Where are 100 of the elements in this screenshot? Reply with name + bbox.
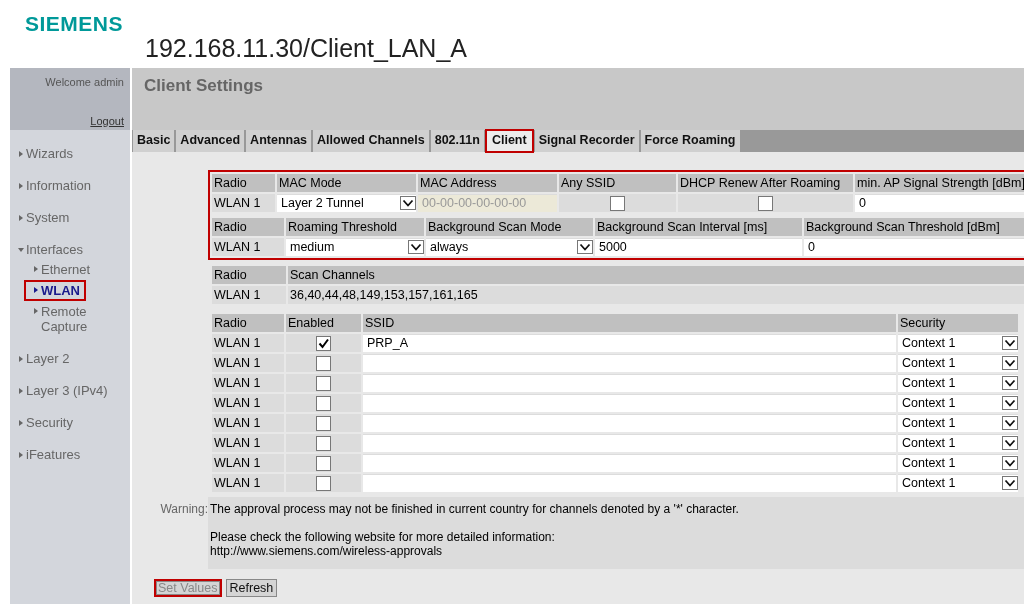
form-button[interactable]: Refresh: [225, 579, 278, 597]
tab[interactable]: Signal Recorder: [534, 130, 639, 152]
checkbox[interactable]: [316, 395, 331, 411]
table-cell-text: WLAN 1: [213, 376, 262, 390]
checkbox[interactable]: [316, 355, 331, 371]
tab[interactable]: Basic: [133, 130, 175, 152]
column-header: DHCP Renew After Roaming: [678, 174, 853, 192]
checkbox[interactable]: [316, 475, 331, 491]
column-header: Background Scan Interval [ms]: [595, 218, 802, 236]
input-field[interactable]: 0: [804, 238, 1024, 256]
input-field[interactable]: 0: [855, 194, 1024, 212]
tab[interactable]: Allowed Channels: [313, 130, 429, 152]
table-cell-text: WLAN 1: [213, 356, 262, 370]
input-field[interactable]: [363, 374, 896, 392]
table-cell-text: WLAN 1: [213, 288, 262, 302]
triangle-icon: [33, 308, 39, 314]
triangle-icon: [18, 214, 24, 221]
select-field[interactable]: medium: [286, 238, 424, 256]
select-field[interactable]: Context 1: [898, 434, 1018, 452]
select-field[interactable]: Context 1: [898, 414, 1018, 432]
table-cell-text: WLAN 1: [213, 196, 262, 210]
table-cell-text: WLAN 1: [213, 336, 262, 350]
table-cell-text: WLAN 1: [213, 476, 262, 490]
select-field[interactable]: Context 1: [898, 474, 1018, 492]
warning-text: http://www.siemens.com/wireless-approvals: [210, 544, 444, 558]
triangle-icon: [18, 419, 24, 426]
nav-item[interactable]: System: [18, 210, 130, 225]
logout-link[interactable]: Logout: [90, 115, 124, 127]
tab[interactable]: Client: [485, 130, 533, 152]
nav-item[interactable]: Layer 3 (IPv4): [18, 383, 130, 398]
column-header: Any SSID: [559, 174, 676, 192]
column-header: Background Scan Threshold [dBm]: [804, 218, 1024, 236]
nav-subitem[interactable]: WLAN: [27, 283, 83, 298]
column-header: Radio: [212, 218, 284, 236]
caret-icon: [1002, 476, 1018, 490]
select-field[interactable]: Context 1: [898, 334, 1018, 352]
table-cell-text: WLAN 1: [213, 416, 262, 430]
nav-item[interactable]: Wizards: [18, 146, 130, 161]
select-field[interactable]: always: [426, 238, 593, 256]
checkbox[interactable]: [316, 455, 331, 471]
table-cell-text: 36,40,44,48,149,153,157,161,165: [289, 288, 479, 302]
table-cell-text: WLAN 1: [213, 396, 262, 410]
column-header: Security: [898, 314, 1018, 332]
triangle-icon: [18, 150, 24, 157]
tab[interactable]: Advanced: [176, 130, 245, 152]
nav-item[interactable]: Layer 2: [18, 351, 130, 366]
caret-icon: [1002, 416, 1018, 430]
checkbox[interactable]: [316, 435, 331, 451]
column-header: Enabled: [286, 314, 361, 332]
nav-item[interactable]: iFeatures: [18, 447, 130, 462]
triangle-icon: [18, 182, 24, 189]
nav-item[interactable]: Security: [18, 415, 130, 430]
checkbox[interactable]: [316, 375, 331, 391]
column-header: MAC Mode: [277, 174, 416, 192]
warning-label: Warning:: [159, 501, 208, 518]
checkbox[interactable]: [610, 195, 625, 211]
select-field[interactable]: Context 1: [898, 454, 1018, 472]
tab[interactable]: 802.11n: [430, 130, 484, 152]
input-field[interactable]: [363, 474, 896, 492]
select-field[interactable]: Context 1: [898, 394, 1018, 412]
input-field[interactable]: [363, 434, 896, 452]
column-header: Background Scan Mode: [426, 218, 593, 236]
column-header: SSID: [363, 314, 896, 332]
caret-icon: [1002, 396, 1018, 410]
nav-item[interactable]: Information: [18, 178, 130, 193]
checkbox[interactable]: [758, 195, 773, 211]
input-field[interactable]: 5000: [595, 238, 802, 256]
caret-icon: [1002, 376, 1018, 390]
caret-icon: [400, 196, 416, 210]
caret-icon: [577, 240, 593, 254]
page-title: Client Settings: [144, 76, 263, 95]
input-field[interactable]: [363, 454, 896, 472]
nav-subitem[interactable]: Remote Capture: [33, 304, 95, 334]
select-field[interactable]: Context 1: [898, 374, 1018, 392]
select-field[interactable]: Layer 2 Tunnel: [277, 194, 416, 212]
input-field[interactable]: PRP_A: [363, 334, 896, 352]
welcome-text: Welcome admin: [45, 76, 124, 88]
caret-icon: [1002, 456, 1018, 470]
input-field[interactable]: [363, 354, 896, 372]
input-field[interactable]: [363, 414, 896, 432]
tab[interactable]: Force Roaming: [640, 130, 740, 152]
table-cell-text: WLAN 1: [213, 456, 262, 470]
input-field[interactable]: [363, 394, 896, 412]
nav-subitem[interactable]: Ethernet: [33, 262, 95, 277]
select-field[interactable]: Context 1: [898, 354, 1018, 372]
nav-item[interactable]: Interfaces: [18, 242, 130, 257]
warning-text: The approval process may not be finished in current country for channels denoted by a '*' character.: [210, 502, 740, 516]
triangle-icon: [18, 355, 24, 362]
checkbox[interactable]: [316, 415, 331, 431]
triangle-icon: [18, 451, 24, 458]
column-header: Radio: [212, 314, 284, 332]
column-header: Scan Channels: [288, 266, 1024, 284]
checkbox[interactable]: [316, 335, 331, 351]
siemens-logo: SIEMENS: [25, 12, 124, 36]
triangle-icon: [18, 246, 24, 253]
tab[interactable]: Antennas: [246, 130, 312, 152]
table-cell-text: WLAN 1: [213, 240, 262, 254]
column-header: min. AP Signal Strength [dBm]: [855, 174, 1024, 192]
column-header: Radio: [212, 266, 286, 284]
column-header: Roaming Threshold: [286, 218, 424, 236]
